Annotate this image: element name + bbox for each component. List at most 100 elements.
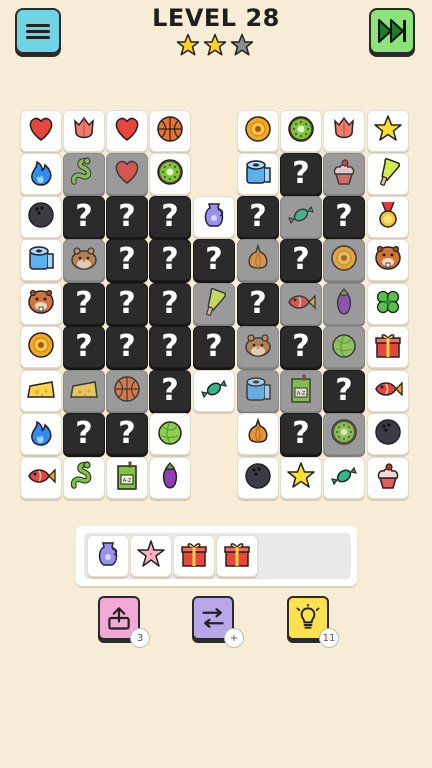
hidden-tile: ? <box>63 283 105 325</box>
onion-icon <box>242 416 274 452</box>
question-mark-icon: ? <box>335 199 353 234</box>
tile-onion[interactable] <box>237 413 279 455</box>
tile-vase[interactable] <box>193 196 235 238</box>
hint-count-badge: 11 <box>319 628 339 648</box>
question-mark-icon: ? <box>335 373 353 408</box>
tulip-icon <box>68 113 100 149</box>
tile-juice-box[interactable]: A-Z <box>106 457 148 499</box>
tile-toilet-paper[interactable] <box>237 153 279 195</box>
tile-eggplant[interactable] <box>149 457 191 499</box>
toilet-paper-icon <box>242 156 274 192</box>
eggplant-icon <box>154 460 186 496</box>
tile-cabbage[interactable] <box>149 413 191 455</box>
shuffle-icon <box>199 604 227 632</box>
tile-star[interactable] <box>280 457 322 499</box>
snake-icon <box>68 460 100 496</box>
tile-cheese[interactable] <box>20 370 62 412</box>
kiwi-icon <box>154 156 186 192</box>
tile-candy[interactable] <box>193 370 235 412</box>
star-filled-icon <box>203 33 227 57</box>
shuffle-count-badge: + <box>224 628 244 648</box>
undo-arrow-icon <box>105 604 133 632</box>
tile-eggplant <box>323 283 365 325</box>
cheese-icon <box>25 373 57 409</box>
tile-basketball[interactable] <box>149 110 191 152</box>
juice-box-icon: A-Z <box>111 460 143 496</box>
snake-icon <box>68 156 100 192</box>
tile-bowling-ball[interactable] <box>367 413 409 455</box>
tile-clover[interactable] <box>367 283 409 325</box>
question-mark-icon: ? <box>292 416 310 451</box>
eggplant-icon <box>328 286 360 322</box>
hidden-tile: ? <box>106 283 148 325</box>
tile-candy <box>280 196 322 238</box>
sunflower-icon <box>242 113 274 149</box>
tile-snake[interactable] <box>63 457 105 499</box>
skip-level-button[interactable] <box>369 8 415 54</box>
tile-sunflower <box>323 239 365 281</box>
hidden-tile: ? <box>106 413 148 455</box>
tile-kiwi[interactable] <box>149 153 191 195</box>
tile-cupcake[interactable] <box>367 457 409 499</box>
tile-fish[interactable] <box>20 457 62 499</box>
tile-popsicle[interactable] <box>367 153 409 195</box>
tray-slot-vase <box>87 535 129 577</box>
tile-fish[interactable] <box>367 370 409 412</box>
tile-fire[interactable] <box>20 413 62 455</box>
tile-heart[interactable] <box>106 110 148 152</box>
fire-icon <box>25 156 57 192</box>
tile-beaver[interactable] <box>367 239 409 281</box>
hidden-tile: ? <box>149 239 191 281</box>
tile-gift[interactable] <box>367 326 409 368</box>
hidden-tile: ? <box>106 326 148 368</box>
tile-heart[interactable] <box>20 110 62 152</box>
hidden-tile: ? <box>106 196 148 238</box>
hidden-tile: ? <box>63 413 105 455</box>
heart-icon <box>111 113 143 149</box>
tile-beaver[interactable] <box>20 283 62 325</box>
heart-icon <box>25 113 57 149</box>
star-empty-icon <box>230 33 254 57</box>
gift-icon <box>221 538 253 574</box>
question-mark-icon: ? <box>118 416 136 451</box>
candy-icon <box>198 373 230 409</box>
tile-bowling-ball[interactable] <box>237 457 279 499</box>
cabbage-icon <box>154 416 186 452</box>
tile-cabbage <box>323 326 365 368</box>
tile-bowling-ball[interactable] <box>20 196 62 238</box>
tile-candy[interactable] <box>323 457 365 499</box>
tile-tulip[interactable] <box>323 110 365 152</box>
question-mark-icon: ? <box>292 156 310 191</box>
cupcake-icon <box>372 460 404 496</box>
tile-fire[interactable] <box>20 153 62 195</box>
tile-tulip[interactable] <box>63 110 105 152</box>
toilet-paper-icon <box>242 373 274 409</box>
tile-star[interactable] <box>367 110 409 152</box>
sunflower-icon <box>25 329 57 365</box>
question-mark-icon: ? <box>249 286 267 321</box>
gift-icon <box>372 329 404 365</box>
question-mark-icon: ? <box>161 199 179 234</box>
star-icon <box>372 113 404 149</box>
tile-sunflower[interactable] <box>20 326 62 368</box>
tile-hamster <box>63 239 105 281</box>
tile-sunflower[interactable] <box>237 110 279 152</box>
candy-icon <box>328 460 360 496</box>
tile-medal[interactable] <box>367 196 409 238</box>
question-mark-icon: ? <box>205 242 223 277</box>
question-mark-icon: ? <box>161 242 179 277</box>
tile-fish <box>280 283 322 325</box>
hidden-tile: ? <box>106 239 148 281</box>
question-mark-icon: ? <box>292 329 310 364</box>
question-mark-icon: ? <box>75 199 93 234</box>
onion-icon <box>242 242 274 278</box>
bowling-ball-icon <box>25 199 57 235</box>
tile-cheese <box>63 370 105 412</box>
question-mark-icon: ? <box>161 329 179 364</box>
tile-toilet-paper <box>237 370 279 412</box>
tile-toilet-paper[interactable] <box>20 239 62 281</box>
tile-basketball <box>106 370 148 412</box>
popsicle-icon <box>198 286 230 322</box>
question-mark-icon: ? <box>75 416 93 451</box>
tile-kiwi[interactable] <box>280 110 322 152</box>
